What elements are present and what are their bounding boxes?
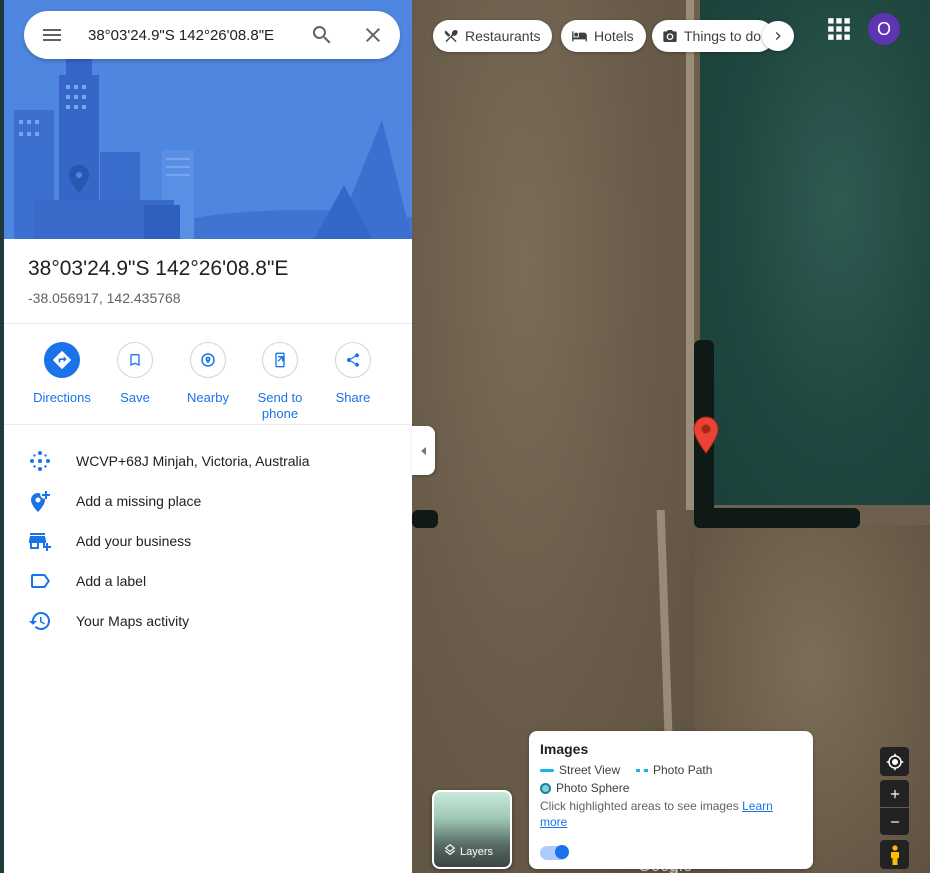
nearby-icon [201, 353, 215, 367]
send-to-phone-icon [275, 352, 285, 368]
search-icon[interactable] [310, 23, 334, 47]
apps-grid-icon[interactable] [826, 16, 852, 42]
plus-code-icon [30, 451, 50, 471]
photo-sphere-dot-icon [540, 782, 551, 794]
chevron-right-icon [775, 32, 781, 40]
history-icon [29, 611, 51, 630]
list-item-label: WCVP+68J Minjah, Victoria, Australia [76, 453, 310, 469]
hint-text: Click highlighted areas to see images [540, 799, 739, 813]
images-layer-card: Images Street View Photo Path Photo Sphe… [529, 731, 813, 869]
bookmark-icon [130, 354, 140, 366]
place-hero-illustration [4, 0, 412, 239]
list-item-label: Your Maps activity [76, 613, 190, 629]
chip-restaurants[interactable]: Restaurants [433, 20, 553, 52]
chip-label: Restaurants [465, 28, 541, 44]
photo-path-line-icon [636, 768, 648, 772]
action-label: Nearby [187, 390, 229, 405]
plus-icon [890, 789, 899, 798]
legend-photo-path: Photo Path [636, 763, 712, 777]
list-item-add-place[interactable]: Add a missing place [4, 481, 412, 521]
list-item-add-business[interactable]: Add your business [4, 521, 412, 561]
chips-next-button[interactable] [762, 21, 794, 51]
legend-photo-sphere: Photo Sphere [540, 781, 629, 795]
share-icon [346, 353, 359, 367]
map-field-green [700, 0, 930, 505]
layers-label: Layers [460, 846, 494, 858]
search-input[interactable] [88, 25, 298, 45]
toggle-knob [555, 845, 569, 859]
list-item-plus-code[interactable]: WCVP+68J Minjah, Victoria, Australia [4, 441, 412, 481]
action-label: Send to phone [257, 390, 303, 421]
minus-icon [890, 820, 899, 823]
nearby-button[interactable]: Nearby [172, 340, 244, 406]
place-title: 38°03'24.9"S 142°26'08.8"E [28, 257, 289, 280]
info-list: WCVP+68J Minjah, Victoria, Australia Add… [4, 441, 412, 641]
hotel-icon [572, 31, 587, 42]
action-label: Directions [33, 390, 91, 405]
pegman-button[interactable] [880, 840, 909, 869]
pegman-icon [890, 844, 899, 865]
list-item-label: Add a label [76, 573, 147, 589]
location-pin-icon[interactable] [693, 416, 719, 454]
legend-label: Photo Sphere [556, 781, 630, 795]
save-button[interactable]: Save [99, 340, 171, 406]
map-hedgerow [694, 508, 860, 528]
close-icon[interactable] [361, 23, 385, 47]
menu-icon[interactable] [40, 23, 64, 47]
action-label: Share [335, 390, 371, 405]
list-item-add-label[interactable]: Add a label [4, 561, 412, 601]
list-item-label: Add a missing place [76, 493, 202, 509]
divider [4, 424, 412, 425]
images-hint: Click highlighted areas to see images Le… [540, 798, 802, 830]
legend-label: Photo Path [653, 763, 713, 777]
directions-button[interactable]: Directions [26, 340, 98, 406]
layers-button[interactable]: Layers [432, 790, 512, 869]
add-place-icon [31, 491, 50, 512]
chip-things-to-do[interactable]: Things to do [652, 20, 774, 52]
map-hedgerow [412, 510, 438, 528]
my-location-icon [886, 753, 903, 770]
account-avatar[interactable]: O [868, 13, 900, 45]
share-button[interactable]: Share [317, 340, 389, 406]
send-to-phone-button[interactable]: Send to phone [244, 340, 316, 422]
label-icon [31, 574, 50, 588]
zoom-out-button[interactable] [880, 808, 909, 835]
list-item-maps-activity[interactable]: Your Maps activity [4, 601, 412, 641]
chip-hotels[interactable]: Hotels [561, 20, 646, 52]
action-bar: Directions Save Nearby Send to phone Sha… [4, 340, 412, 421]
street-view-line-icon [540, 768, 554, 772]
search-box [24, 11, 400, 59]
layers-icon [444, 844, 456, 856]
divider [4, 323, 412, 324]
place-coordinates: -38.056917, 142.435768 [28, 290, 181, 306]
add-business-icon [29, 533, 51, 551]
images-layer-toggle[interactable] [540, 845, 569, 860]
chip-label: Hotels [594, 28, 634, 44]
legend-label: Street View [559, 763, 621, 777]
action-label: Save [120, 390, 150, 405]
camera-icon [663, 30, 677, 42]
place-panel: 38°03'24.9"S 142°26'08.8"E -38.056917, 1… [4, 0, 412, 873]
directions-icon [53, 351, 71, 369]
list-item-label: Add your business [76, 533, 192, 549]
caret-left-icon [420, 446, 426, 455]
my-location-button[interactable] [880, 747, 909, 776]
chip-label: Things to do [684, 28, 762, 44]
restaurant-icon [444, 29, 458, 43]
images-card-title: Images [540, 741, 589, 757]
collapse-panel-button[interactable] [412, 426, 435, 475]
legend-street-view: Street View [540, 763, 620, 777]
zoom-in-button[interactable] [880, 780, 909, 807]
